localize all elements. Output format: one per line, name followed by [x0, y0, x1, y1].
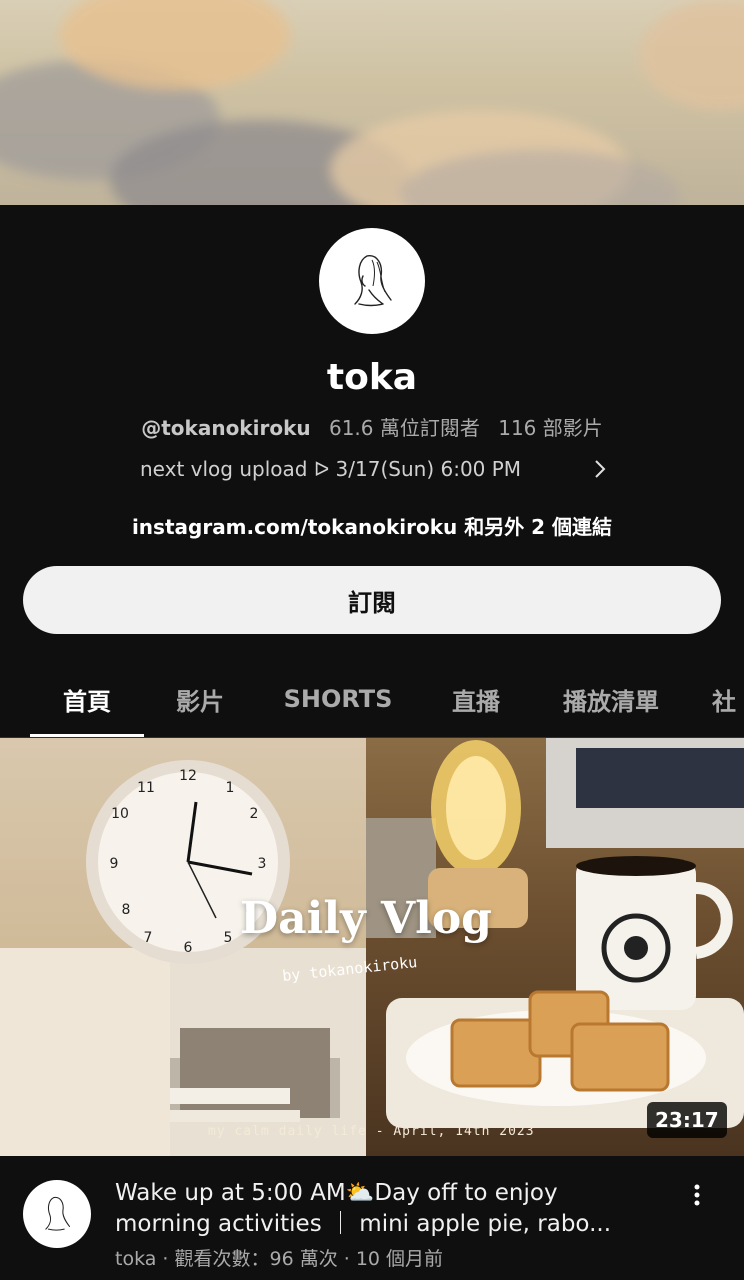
- svg-text:8: 8: [122, 902, 131, 918]
- video-title-line: morning activities ｜ mini apple pie, rab…: [115, 1211, 612, 1237]
- video-title[interactable]: Wake up at 5:00 AM⛅Day off to enjoy morn…: [115, 1178, 675, 1240]
- video-count: 116 部影片: [498, 416, 603, 440]
- channel-avatar[interactable]: [319, 228, 425, 334]
- channel-name: toka: [326, 357, 418, 398]
- svg-text:9: 9: [110, 856, 119, 872]
- channel-handle: @tokanokiroku: [141, 416, 311, 440]
- tab-videos[interactable]: 影片: [158, 660, 242, 738]
- more-vert-icon[interactable]: [682, 1180, 712, 1210]
- channel-banner: [0, 0, 744, 205]
- thumbnail-left-panel: 12 1 2 345 678 9 10 11: [0, 738, 366, 1156]
- channel-links[interactable]: instagram.com/tokanokiroku 和另外 2 個連結: [0, 511, 744, 540]
- subscribe-button[interactable]: 訂閱: [23, 566, 721, 634]
- svg-text:3: 3: [258, 856, 267, 872]
- svg-text:1: 1: [226, 780, 235, 796]
- video-channel-avatar[interactable]: [23, 1180, 91, 1248]
- chevron-right-icon: [595, 460, 606, 478]
- line-art-woman-avatar-icon: [354, 255, 392, 307]
- svg-text:7: 7: [144, 930, 153, 946]
- svg-text:6: 6: [184, 940, 193, 956]
- svg-text:10: 10: [111, 806, 129, 822]
- line-art-woman-avatar-icon: [45, 1196, 71, 1231]
- svg-text:2: 2: [250, 806, 259, 822]
- breakfast-table-image: [366, 738, 744, 1128]
- wall-clock-image: 1212 345 678 91011: [0, 760, 366, 1156]
- video-meta: toka · 觀看次數：96 萬次 · 10 個月前: [115, 1248, 444, 1270]
- channel-description[interactable]: next vlog upload ᐅ 3/17(Sun) 6:00 PM: [140, 455, 620, 483]
- tab-home[interactable]: 首頁: [30, 660, 144, 738]
- featured-video-info[interactable]: Wake up at 5:00 AM⛅Day off to enjoy morn…: [0, 1156, 744, 1280]
- thumbnail-title: Daily Vlog: [240, 893, 492, 944]
- subscriber-count: 61.6 萬位訂閱者: [328, 416, 480, 440]
- channel-stats: @tokanokiroku 61.6 萬位訂閱者 116 部影片: [0, 412, 744, 441]
- svg-text:5: 5: [224, 930, 233, 946]
- video-duration-badge: 23:17: [647, 1102, 727, 1138]
- tab-playlists[interactable]: 播放清單: [548, 660, 674, 738]
- svg-text:12: 12: [179, 768, 197, 784]
- tab-community[interactable]: 社: [712, 660, 744, 738]
- thumbnail-right-panel: [366, 738, 744, 1156]
- video-title-line: Wake up at 5:00 AM⛅Day off to enjoy: [115, 1180, 558, 1206]
- tab-live[interactable]: 直播: [436, 660, 516, 738]
- svg-text:11: 11: [137, 780, 155, 796]
- thumbnail-caption: my calm daily life - April, 14th 2023: [208, 1124, 535, 1139]
- description-text: next vlog upload ᐅ 3/17(Sun) 6:00 PM: [140, 457, 522, 481]
- featured-video-thumbnail[interactable]: 12 1 2 345 678 9 10 11 Daily Vlog by tok…: [0, 738, 744, 1156]
- tab-shorts[interactable]: SHORTS: [270, 660, 406, 738]
- channel-tabs: 首頁 影片 SHORTS 直播 播放清單 社: [0, 660, 744, 738]
